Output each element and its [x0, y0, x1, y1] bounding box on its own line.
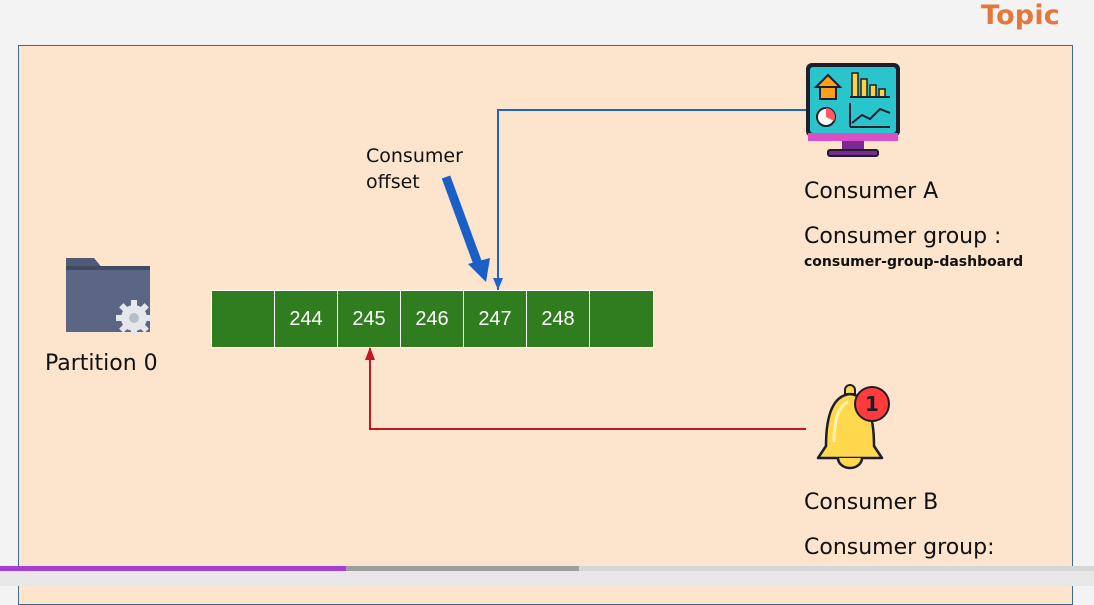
progress-played: [0, 566, 346, 571]
consumer-b-group-label: Consumer group:: [804, 535, 995, 560]
consumer-a-group-label: Consumer group :: [804, 224, 1002, 249]
consumer-b-name: Consumer B: [804, 490, 939, 515]
badge-count: 1: [865, 392, 879, 416]
consumer-b-connector: [369, 348, 806, 430]
consumer-a-name: Consumer A: [804, 179, 939, 204]
consumer-a-group-name: consumer-group-dashboard: [804, 254, 1024, 270]
consumer-a-connector: [497, 109, 808, 290]
progress-remaining: [578, 566, 1094, 571]
offset-pointer-arrow: [441, 175, 490, 282]
dashboard-monitor-icon: [806, 63, 900, 157]
progress-buffered: [345, 566, 579, 571]
notification-bell-icon: 1: [816, 384, 890, 470]
video-progress-bar[interactable]: [0, 566, 1094, 586]
